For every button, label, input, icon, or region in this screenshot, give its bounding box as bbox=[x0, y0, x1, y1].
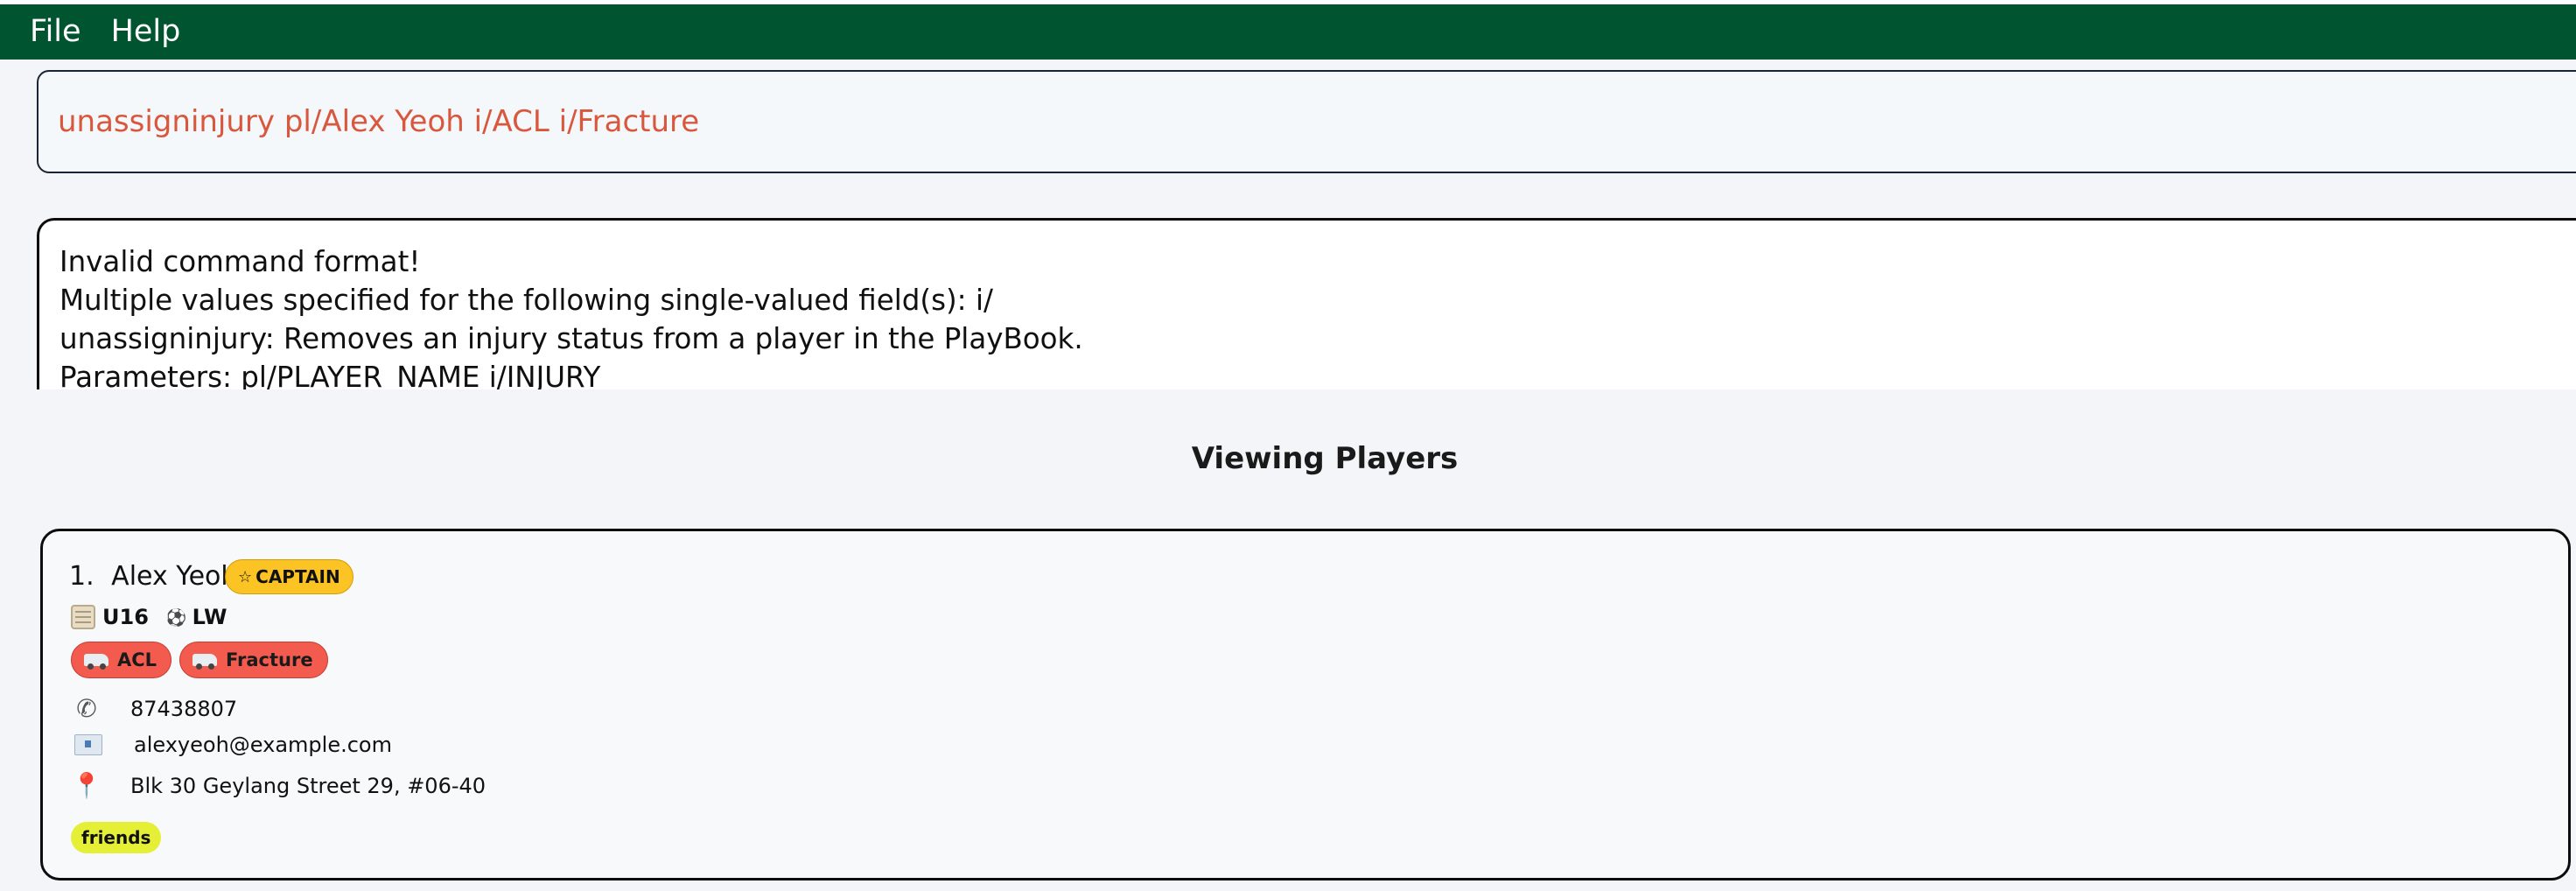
email-value: alexyeoh@example.com bbox=[134, 733, 392, 757]
injury-tag: Fracture bbox=[179, 642, 328, 678]
command-box bbox=[37, 70, 2576, 173]
email-icon bbox=[74, 734, 102, 755]
result-line: unassigninjury: Removes an injury status… bbox=[60, 322, 1083, 355]
captain-badge: ☆ CAPTAIN bbox=[225, 559, 354, 594]
phone-icon: ✆ bbox=[76, 694, 97, 723]
player-index: 1. bbox=[69, 561, 94, 592]
result-line: Invalid command format! bbox=[60, 245, 421, 278]
phone-value: 87438807 bbox=[130, 696, 238, 721]
email-row: alexyeoh@example.com bbox=[71, 733, 392, 757]
result-line: Parameters: pl/PLAYER_NAME i/INJURY bbox=[60, 361, 601, 389]
player-name: Alex Yeoh bbox=[111, 561, 238, 592]
result-display[interactable]: Invalid command format! Multiple values … bbox=[37, 218, 2576, 389]
command-input[interactable] bbox=[58, 72, 2333, 172]
menu-bar: File Help bbox=[0, 0, 2576, 60]
phone-row: ✆ 87438807 bbox=[71, 694, 237, 723]
position-label: LW bbox=[192, 605, 228, 629]
injury-label: Fracture bbox=[226, 649, 313, 670]
soccer-ball-icon: ⚽ bbox=[165, 607, 187, 628]
team-position-row: U16 ⚽ LW bbox=[71, 605, 227, 629]
address-value: Blk 30 Geylang Street 29, #06-40 bbox=[130, 773, 486, 798]
ambulance-icon bbox=[192, 650, 219, 670]
captain-label: CAPTAIN bbox=[256, 566, 340, 587]
player-name-row: 1. Alex Yeoh bbox=[69, 561, 237, 592]
team-label: U16 bbox=[102, 605, 149, 629]
injury-label: ACL bbox=[117, 649, 158, 670]
star-icon: ☆ bbox=[238, 567, 253, 586]
tag-friends: friends bbox=[71, 822, 162, 853]
pin-icon: 📍 bbox=[71, 771, 102, 800]
menu-file[interactable]: File bbox=[0, 17, 96, 47]
result-line: Multiple values specified for the follow… bbox=[60, 284, 993, 317]
calendar-icon bbox=[71, 605, 95, 629]
menu-help[interactable]: Help bbox=[96, 17, 196, 47]
injury-tag: ACL bbox=[71, 642, 172, 678]
address-row: 📍 Blk 30 Geylang Street 29, #06-40 bbox=[71, 771, 486, 800]
player-card[interactable]: 1. Alex Yeoh ☆ CAPTAIN U16 ⚽ LW ACL Frac… bbox=[40, 529, 2571, 880]
ambulance-icon bbox=[84, 650, 110, 670]
list-title: Viewing Players bbox=[1191, 441, 1459, 476]
